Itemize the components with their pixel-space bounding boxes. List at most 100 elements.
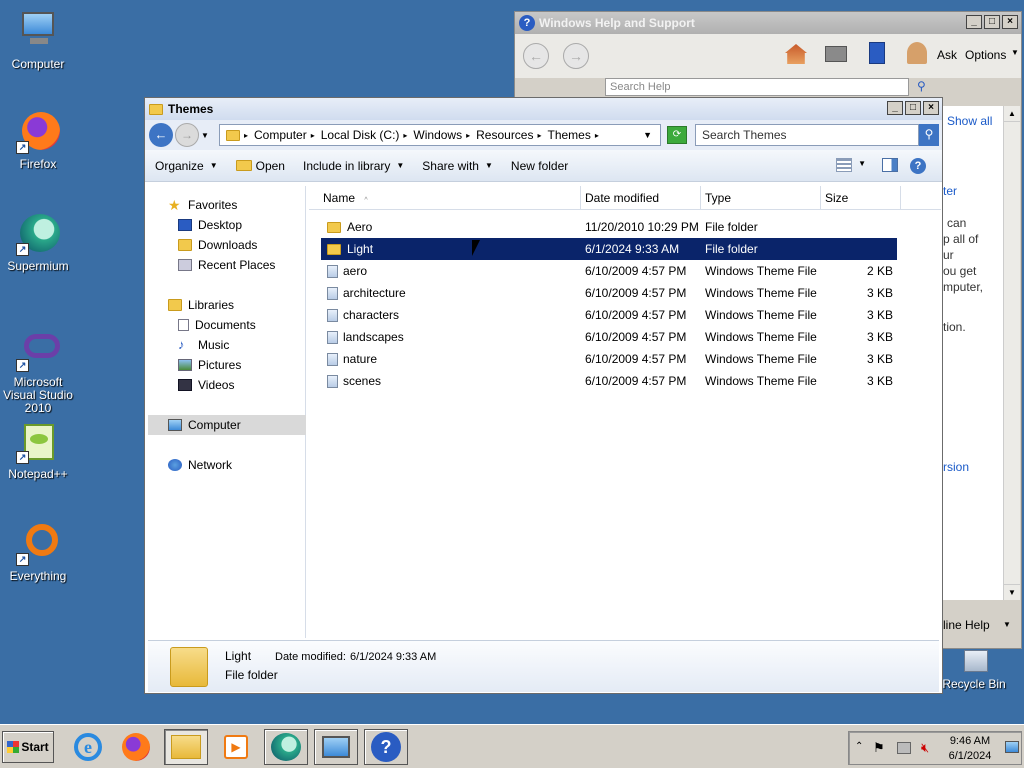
show-all-link[interactable]: Show all [947,114,992,128]
shortcut-arrow-icon: ↗ [16,243,29,256]
column-size[interactable]: Size [821,186,901,210]
scroll-down-arrow-icon[interactable]: ▼ [1004,584,1020,600]
refresh-icon[interactable]: ⟳ [667,126,687,144]
minimize-button[interactable]: _ [966,15,982,29]
ask-button[interactable]: Ask [937,48,957,62]
minimize-button[interactable]: _ [887,101,903,115]
nav-documents[interactable]: Documents [178,316,256,334]
address-bar[interactable]: ▸ Computer ▸ Local Disk (C:) ▸ Windows ▸… [219,124,661,146]
nav-computer[interactable]: Computer [168,416,241,434]
ask-icon[interactable] [907,42,927,64]
nav-pictures[interactable]: Pictures [178,356,241,374]
nav-desktop[interactable]: Desktop [178,216,242,234]
breadcrumb-chevron-icon[interactable]: ▸ [403,131,407,140]
desktop-icon-computer[interactable]: Computer [0,10,76,71]
change-view-icon[interactable] [836,158,852,172]
include-in-library-button[interactable]: Include in library ▼ [303,159,404,173]
online-help-button[interactable]: line Help [943,618,990,632]
start-button[interactable]: Start [2,731,54,763]
nav-music[interactable]: ♪ Music [178,336,229,354]
back-button[interactable]: ← [523,43,549,69]
network-tray-icon[interactable] [897,742,911,754]
organize-button[interactable]: Organize ▼ [155,159,218,173]
file-name: nature [343,352,378,366]
taskbar-supermium[interactable] [264,729,308,765]
nav-favorites[interactable]: ★ Favorites [168,196,237,214]
address-dropdown-icon[interactable]: ▼ [643,130,652,140]
volume-muted-icon[interactable]: 🔇︎ [921,740,929,756]
search-icon[interactable]: ⚲ [919,124,939,146]
help-icon: ? [519,15,535,31]
desktop-icon-supermium[interactable]: ↗ Supermium [0,212,76,273]
file-row[interactable]: architecture 6/10/2009 4:57 PM Windows The… [321,282,897,304]
breadcrumb-chevron-icon[interactable]: ▸ [311,131,315,140]
view-chevron-down-icon[interactable]: ▼ [858,159,866,168]
taskbar-firefox[interactable] [114,729,158,765]
desktop-icon-everything[interactable]: ↗ Everything [0,522,76,583]
close-button[interactable]: × [1002,15,1018,29]
column-type[interactable]: Type [701,186,821,210]
file-row[interactable]: aero 6/10/2009 4:57 PM Windows Theme File 2… [321,260,897,282]
file-row[interactable]: Light 6/1/2024 9:33 AM File folder [321,238,897,260]
nav-recent-places[interactable]: Recent Places [178,256,275,274]
nav-videos[interactable]: Videos [178,376,234,394]
desktop-icon-notepadpp[interactable]: ↗ Notepad++ [0,420,76,481]
maximize-button[interactable]: □ [905,101,921,115]
breadcrumb-chevron-icon[interactable]: ▸ [244,131,248,140]
recent-pages-chevron-icon[interactable]: ▼ [201,131,209,140]
back-button[interactable]: ← [149,123,173,147]
breadcrumb-themes[interactable]: Themes [548,128,591,142]
show-hidden-icons-icon[interactable]: ⌃ [855,741,863,752]
taskbar-help[interactable]: ? [364,729,408,765]
forward-button[interactable]: → [563,43,589,69]
explorer-window[interactable]: Themes _ □ × ← → ▼ ▸ Computer ▸ Local Di… [144,97,943,694]
print-icon[interactable] [825,46,847,62]
file-row[interactable]: landscapes 6/10/2009 4:57 PM Windows Theme… [321,326,897,348]
taskbar-explorer[interactable] [164,729,208,765]
breadcrumb-computer[interactable]: Computer [254,128,307,142]
nav-downloads[interactable]: Downloads [178,236,257,254]
breadcrumb-chevron-icon[interactable]: ▸ [466,131,470,140]
column-date-modified[interactable]: Date modified [581,186,701,210]
file-row[interactable]: characters 6/10/2009 4:57 PM Windows Theme… [321,304,897,326]
breadcrumb-local-disk[interactable]: Local Disk (C:) [321,128,400,142]
maximize-button[interactable]: □ [984,15,1000,29]
breadcrumb-resources[interactable]: Resources [476,128,533,142]
explorer-title-bar[interactable]: Themes _ □ × [145,98,942,120]
help-scrollbar[interactable]: ▲ ▼ [1003,106,1020,600]
desktop-icon-visual-studio[interactable]: ↗ Microsoft Visual Studio 2010 [0,328,76,415]
open-button[interactable]: Open [235,159,285,173]
help-search-icon[interactable]: ⚲ [917,79,926,93]
close-button[interactable]: × [923,101,939,115]
show-desktop-icon[interactable] [1005,741,1019,753]
desktop-icon-firefox[interactable]: ↗ Firefox [0,110,76,171]
share-with-button[interactable]: Share with ▼ [422,159,493,173]
browse-help-icon[interactable] [869,42,885,64]
forward-button[interactable]: → [175,123,199,147]
nav-network[interactable]: Network [168,456,232,474]
taskbar-computer[interactable] [314,729,358,765]
help-title-bar[interactable]: ? Windows Help and Support _ □ × [515,12,1021,34]
action-center-flag-icon[interactable]: ⚑ [873,740,885,756]
breadcrumb-windows[interactable]: Windows [413,128,462,142]
column-name[interactable]: Name ^ [309,186,581,210]
file-row[interactable]: scenes 6/10/2009 4:57 PM Windows Theme Fil… [321,370,897,392]
options-button[interactable]: Options [965,48,1006,62]
breadcrumb-chevron-icon[interactable]: ▸ [537,131,541,140]
search-input[interactable]: Search Themes [695,124,919,146]
preview-pane-icon[interactable] [882,158,898,172]
help-search-input[interactable]: Search Help [605,78,909,96]
taskbar-media-player[interactable]: ▶ [214,729,258,765]
file-row[interactable]: Aero 11/20/2010 10:29 PM File folder [321,216,897,238]
home-icon[interactable] [785,44,807,64]
help-icon[interactable]: ? [910,158,926,174]
breadcrumb-chevron-icon[interactable]: ▸ [595,131,599,140]
taskbar-ie[interactable]: e [66,729,110,765]
help-text-fragment[interactable]: rsion [943,460,969,474]
clock[interactable]: 9:46 AM 6/1/2024 [943,734,997,764]
desktop-icon-recycle-bin[interactable]: Recycle Bin [936,648,1012,691]
new-folder-button[interactable]: New folder [511,159,568,173]
nav-libraries[interactable]: Libraries [168,296,234,314]
file-row[interactable]: nature 6/10/2009 4:57 PM Windows Theme Fil… [321,348,897,370]
scroll-up-arrow-icon[interactable]: ▲ [1004,106,1020,122]
